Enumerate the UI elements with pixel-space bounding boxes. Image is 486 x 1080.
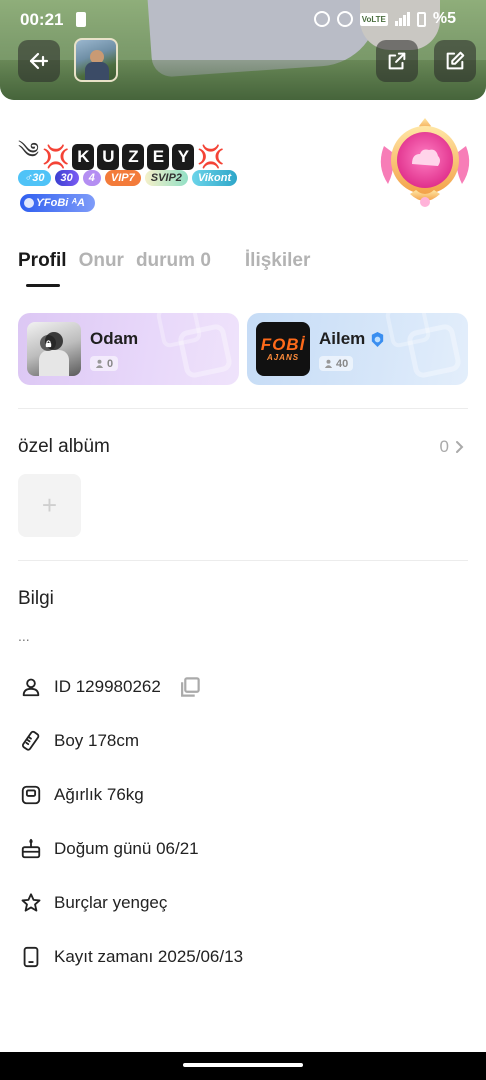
edit-icon xyxy=(446,51,465,70)
tab-profil[interactable]: Profil xyxy=(18,250,67,272)
height-value: Boy 178cm xyxy=(54,731,140,750)
share-icon xyxy=(388,52,406,70)
zodiac-value: Burçlar yengeç xyxy=(54,893,168,912)
person-icon xyxy=(22,678,40,697)
family-title: Ailem xyxy=(319,329,386,349)
battery-percent: %5 xyxy=(432,10,456,27)
name-letter: K xyxy=(72,144,95,170)
name-letter: E xyxy=(147,144,170,170)
alarm-icon xyxy=(313,11,330,27)
album-count: 0 xyxy=(439,437,449,456)
name-letter: Z xyxy=(122,144,145,170)
chevron-right-icon xyxy=(456,441,464,453)
family-badge[interactable]: ƳFoBi ᴬA xyxy=(20,194,95,212)
room-card-odam[interactable]: Odam 0 xyxy=(18,313,239,385)
copy-icon[interactable] xyxy=(179,676,201,698)
home-gesture-handle[interactable] xyxy=(183,1063,303,1067)
weight-value: Ağırlık 76kg xyxy=(54,785,144,804)
charm-badge[interactable]: 4 xyxy=(82,170,101,186)
member-count: 0 xyxy=(90,356,119,371)
weight-icon xyxy=(21,785,41,805)
phone-icon xyxy=(23,946,39,968)
family-logo-text: FOBİ xyxy=(260,334,306,354)
avatar[interactable] xyxy=(74,38,118,82)
section-divider xyxy=(18,560,468,561)
family-emblem-icon xyxy=(24,198,34,208)
registration-value: Kayıt zamanı 2025/06/13 xyxy=(54,947,244,966)
name-letter: U xyxy=(97,144,120,170)
info-row-height: Boy 178cm xyxy=(20,730,139,752)
battery-icon xyxy=(416,11,426,27)
info-row-registration: Kayıt zamanı 2025/06/13 xyxy=(20,946,243,968)
family-title-text: Ailem xyxy=(319,329,366,348)
data-saver-icon xyxy=(336,11,353,27)
star-icon xyxy=(21,893,41,912)
vip-badge[interactable]: VIP7 xyxy=(104,170,141,186)
room-thumbnail xyxy=(27,322,81,376)
status-bar: 00:21 VoLTE %5 xyxy=(0,0,486,40)
name-letter: Y xyxy=(172,144,195,170)
back-arrow-icon xyxy=(29,52,49,70)
member-count-value: 40 xyxy=(336,357,349,370)
member-count: 40 xyxy=(319,356,354,371)
family-badge-row: ƳFoBi ᴬA xyxy=(20,194,95,213)
medal-icon[interactable] xyxy=(374,116,476,212)
system-navigation-bar xyxy=(0,1052,486,1080)
volte-indicator: VoLTE xyxy=(359,12,388,26)
info-row-weight: Ağırlık 76kg xyxy=(20,784,144,806)
person-small-icon xyxy=(95,359,104,368)
profile-tabs: Profil Onur durum 0 İlişkiler xyxy=(18,250,310,272)
tab-iliskiler[interactable]: İlişkiler xyxy=(245,250,311,272)
active-tab-indicator xyxy=(26,284,60,287)
wealth-badge[interactable]: 30 xyxy=(54,170,79,186)
person-small-icon xyxy=(324,359,333,368)
album-more-link[interactable]: 0 xyxy=(440,437,464,457)
name-letters: K U Z E Y xyxy=(72,144,195,170)
info-title: Bilgi xyxy=(18,588,54,609)
noble-badge[interactable]: Vikont xyxy=(191,170,238,186)
svip-badge[interactable]: SVIP2 xyxy=(144,170,188,186)
family-card-ailem[interactable]: FOBİ AJANS Ailem 40 xyxy=(247,313,468,385)
album-title: özel albüm xyxy=(18,436,110,457)
badge-row: ♂30 30 4 VIP7 SVIP2 Vikont xyxy=(18,170,238,186)
tab-durum[interactable]: durum 0 xyxy=(136,250,211,272)
bio-text: ... xyxy=(18,628,30,644)
add-photo-button[interactable]: + xyxy=(18,474,81,537)
room-title: Odam xyxy=(90,329,139,348)
family-logo: FOBİ AJANS xyxy=(256,322,310,376)
anger-symbol-icon: 💢 xyxy=(197,144,225,169)
signal-icon xyxy=(394,12,410,26)
lock-icon xyxy=(40,335,56,351)
family-logo-subtext: AJANS xyxy=(266,352,300,362)
family-badge-label: ƳFoBi ᴬA xyxy=(36,197,85,209)
user-id: ID 129980262 xyxy=(54,677,161,696)
info-row-id: ID 129980262 xyxy=(20,676,201,698)
birthday-value: Doğum günü 06/21 xyxy=(54,839,199,858)
info-row-zodiac: Burçlar yengeç xyxy=(20,892,167,914)
info-row-birthday: Doğum günü 06/21 xyxy=(20,838,199,860)
anger-symbol-icon: 💢 xyxy=(42,144,70,169)
back-button[interactable] xyxy=(18,40,60,82)
cake-icon xyxy=(21,838,41,859)
level-badge[interactable]: ♂30 xyxy=(18,170,51,186)
status-time: 00:21 xyxy=(20,10,64,29)
member-count-value: 0 xyxy=(107,357,114,370)
tab-onur[interactable]: Onur xyxy=(79,250,124,272)
notification-alert-icon xyxy=(76,12,86,27)
verified-family-icon xyxy=(372,331,384,347)
edit-profile-button[interactable] xyxy=(434,40,476,82)
height-icon xyxy=(21,730,40,751)
share-button[interactable] xyxy=(376,40,418,82)
section-divider xyxy=(18,408,468,409)
